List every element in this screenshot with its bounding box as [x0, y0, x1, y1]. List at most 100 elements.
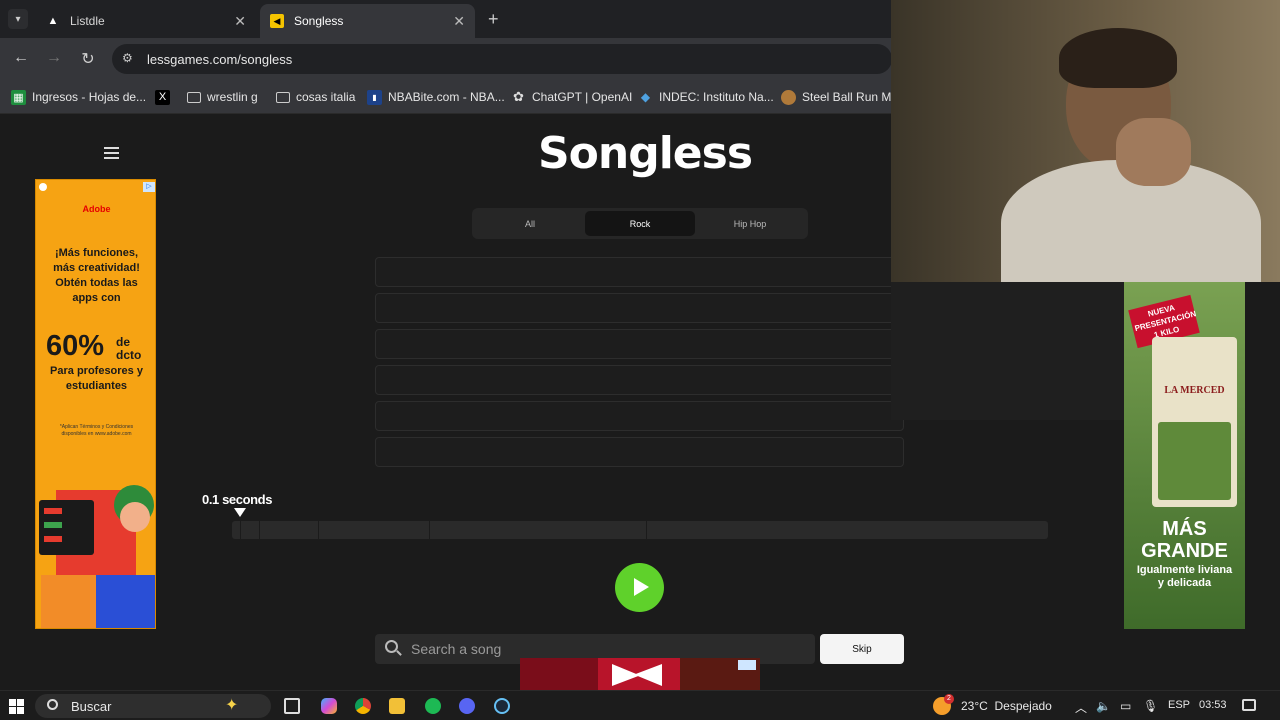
new-tab-icon[interactable]: +	[488, 9, 499, 30]
ad-close-icon[interactable]	[738, 660, 756, 670]
ad-fineprint: *Aplican Términos y Condiciones disponib…	[59, 424, 134, 437]
taskbar-search-box[interactable]: Buscar ✦	[35, 694, 271, 718]
network-icon[interactable]: ▭	[1120, 699, 1131, 713]
webcam-overlay	[891, 0, 1280, 282]
bookmark-indec[interactable]: ◆ INDEC: Instituto Na...	[638, 87, 774, 107]
ad-choices-icon[interactable]: ▷	[143, 182, 155, 192]
tab-title: Listdle	[70, 14, 105, 28]
search-icon	[47, 699, 58, 710]
taskbar-search-label: Buscar	[71, 699, 112, 714]
notifications-icon[interactable]	[1242, 699, 1256, 711]
budweiser-ad-banner[interactable]	[520, 658, 760, 692]
timeline-segment-divider	[318, 521, 319, 539]
steam-icon[interactable]	[494, 698, 510, 714]
bookmark-wrestling[interactable]: wrestlin g	[187, 87, 258, 107]
search-icon-handle	[396, 650, 402, 656]
bookmark-label: Steel Ball Run Mar	[802, 90, 903, 104]
bookmark-ingresos[interactable]: ▦ Ingresos - Hojas de...	[11, 87, 146, 107]
back-icon[interactable]: ←	[11, 49, 31, 67]
songless-favicon-icon: ◀	[270, 14, 284, 28]
volume-icon[interactable]: 🔈	[1096, 699, 1111, 713]
ad-discount-big: 60%	[46, 330, 105, 362]
bookmark-nbabite[interactable]: ▮ NBABite.com - NBA...	[367, 87, 505, 107]
reload-icon[interactable]: ↻	[78, 49, 98, 69]
timeline-segment-divider	[240, 521, 241, 539]
close-tab-icon[interactable]: ✕	[453, 13, 465, 30]
tray-chevron-icon[interactable]: ︿	[1075, 699, 1087, 716]
discord-icon[interactable]	[459, 698, 475, 714]
microphone-icon[interactable]: 🎙	[1143, 699, 1158, 713]
url-text: lessgames.com/songless	[147, 52, 293, 67]
webcam-shadow	[891, 282, 1124, 420]
tab-listdle[interactable]: ▲ Listdle ✕	[36, 4, 256, 38]
steel-ball-icon	[781, 89, 796, 105]
x-icon: X	[155, 89, 170, 105]
genre-rock-tab[interactable]: Rock	[585, 211, 695, 236]
openai-icon: ✿	[513, 89, 524, 104]
forward-icon[interactable]: →	[44, 49, 64, 67]
webcam-person-hair	[1059, 28, 1177, 88]
bookmark-label: cosas italia	[296, 90, 356, 104]
webcam-person-hand	[1116, 118, 1191, 186]
bookmark-cosas-italia[interactable]: cosas italia	[276, 87, 355, 107]
copilot-sparkle-icon: ✦	[225, 697, 239, 714]
guess-slot	[375, 401, 904, 431]
genre-hip-hop-tab[interactable]: Hip Hop	[695, 211, 805, 236]
play-button[interactable]	[615, 563, 664, 612]
ad-headline: ¡Más funciones, más creatividad! Obtén t…	[53, 247, 140, 304]
copilot-icon[interactable]	[321, 698, 337, 714]
language-indicator[interactable]: ESP	[1168, 699, 1190, 711]
listdle-favicon-icon: ▲	[47, 15, 59, 27]
ad-logo-shape	[612, 664, 662, 686]
ad-brand: Adobe	[82, 204, 111, 214]
bookmark-label: Ingresos - Hojas de...	[32, 90, 147, 104]
bookmark-chatgpt[interactable]: ✿ ChatGPT | OpenAI	[511, 87, 632, 107]
ad-headline: MÁS GRANDE	[1141, 518, 1228, 562]
spotify-icon[interactable]	[425, 698, 441, 714]
seconds-label: 0.1 seconds	[202, 492, 273, 507]
audio-timeline	[232, 521, 1048, 539]
address-bar[interactable]: ⚙ lessgames.com/songless	[112, 44, 892, 74]
guess-slot	[375, 257, 904, 287]
genre-selector: All Rock Hip Hop	[472, 208, 808, 239]
ad-discount-small: de dcto	[116, 335, 142, 362]
weather-badge: 2	[944, 694, 954, 704]
bookmark-x[interactable]: X	[155, 87, 176, 107]
tab-list-dropdown-icon[interactable]: ▾	[8, 9, 28, 29]
bookmark-steel-ball[interactable]: Steel Ball Run Mar	[781, 87, 902, 107]
windows-taskbar: Buscar ✦ 2 23°C Despejado ︿ 🔈 ▭ 🎙 ESP 03…	[0, 690, 1280, 720]
nba-icon: ▮	[367, 89, 382, 105]
ad-info-icon[interactable]	[39, 183, 47, 191]
guess-slot	[375, 365, 904, 395]
indec-icon: ◆	[640, 90, 651, 104]
close-tab-icon[interactable]: ✕	[234, 13, 246, 30]
task-view-icon[interactable]	[284, 698, 300, 714]
bookmark-label: wrestlin g	[207, 90, 258, 104]
tab-title: Songless	[294, 14, 344, 28]
tab-songless[interactable]: ◀ Songless ✕	[260, 4, 475, 38]
skip-button[interactable]: Skip	[820, 634, 904, 664]
playhead-marker	[234, 508, 246, 517]
genre-all-tab[interactable]: All	[475, 211, 585, 236]
ad-product-brand: LA MERCED	[1164, 385, 1225, 396]
songless-logo: Songless	[537, 128, 753, 179]
file-explorer-icon[interactable]	[389, 698, 405, 714]
guess-slot	[375, 437, 904, 467]
bookmark-label: ChatGPT | OpenAI	[532, 90, 633, 104]
windows-start-icon[interactable]	[9, 699, 24, 714]
ad-image-left	[520, 658, 598, 692]
chrome-icon[interactable]	[355, 698, 371, 714]
bookmark-label: INDEC: Instituto Na...	[659, 90, 774, 104]
ad-product-package: LA MERCED	[1152, 337, 1237, 507]
weather-text[interactable]: 23°C Despejado	[961, 699, 1052, 713]
sheets-icon: ▦	[11, 89, 26, 105]
site-info-icon[interactable]: ⚙	[122, 51, 133, 65]
guess-slot	[375, 329, 904, 359]
timeline-segment-divider	[646, 521, 647, 539]
la-merced-ad-banner[interactable]: NUEVA PRESENTACIÓN 1 KILO LA MERCED MÁS …	[1124, 282, 1245, 629]
hamburger-menu-icon[interactable]	[104, 147, 119, 159]
bookmark-label: NBABite.com - NBA...	[388, 90, 505, 104]
clock[interactable]: 03:53	[1199, 699, 1227, 711]
folder-icon	[276, 91, 290, 103]
adobe-ad-banner[interactable]: ▷ Adobe ¡Más funciones, más creatividad!…	[35, 179, 156, 629]
